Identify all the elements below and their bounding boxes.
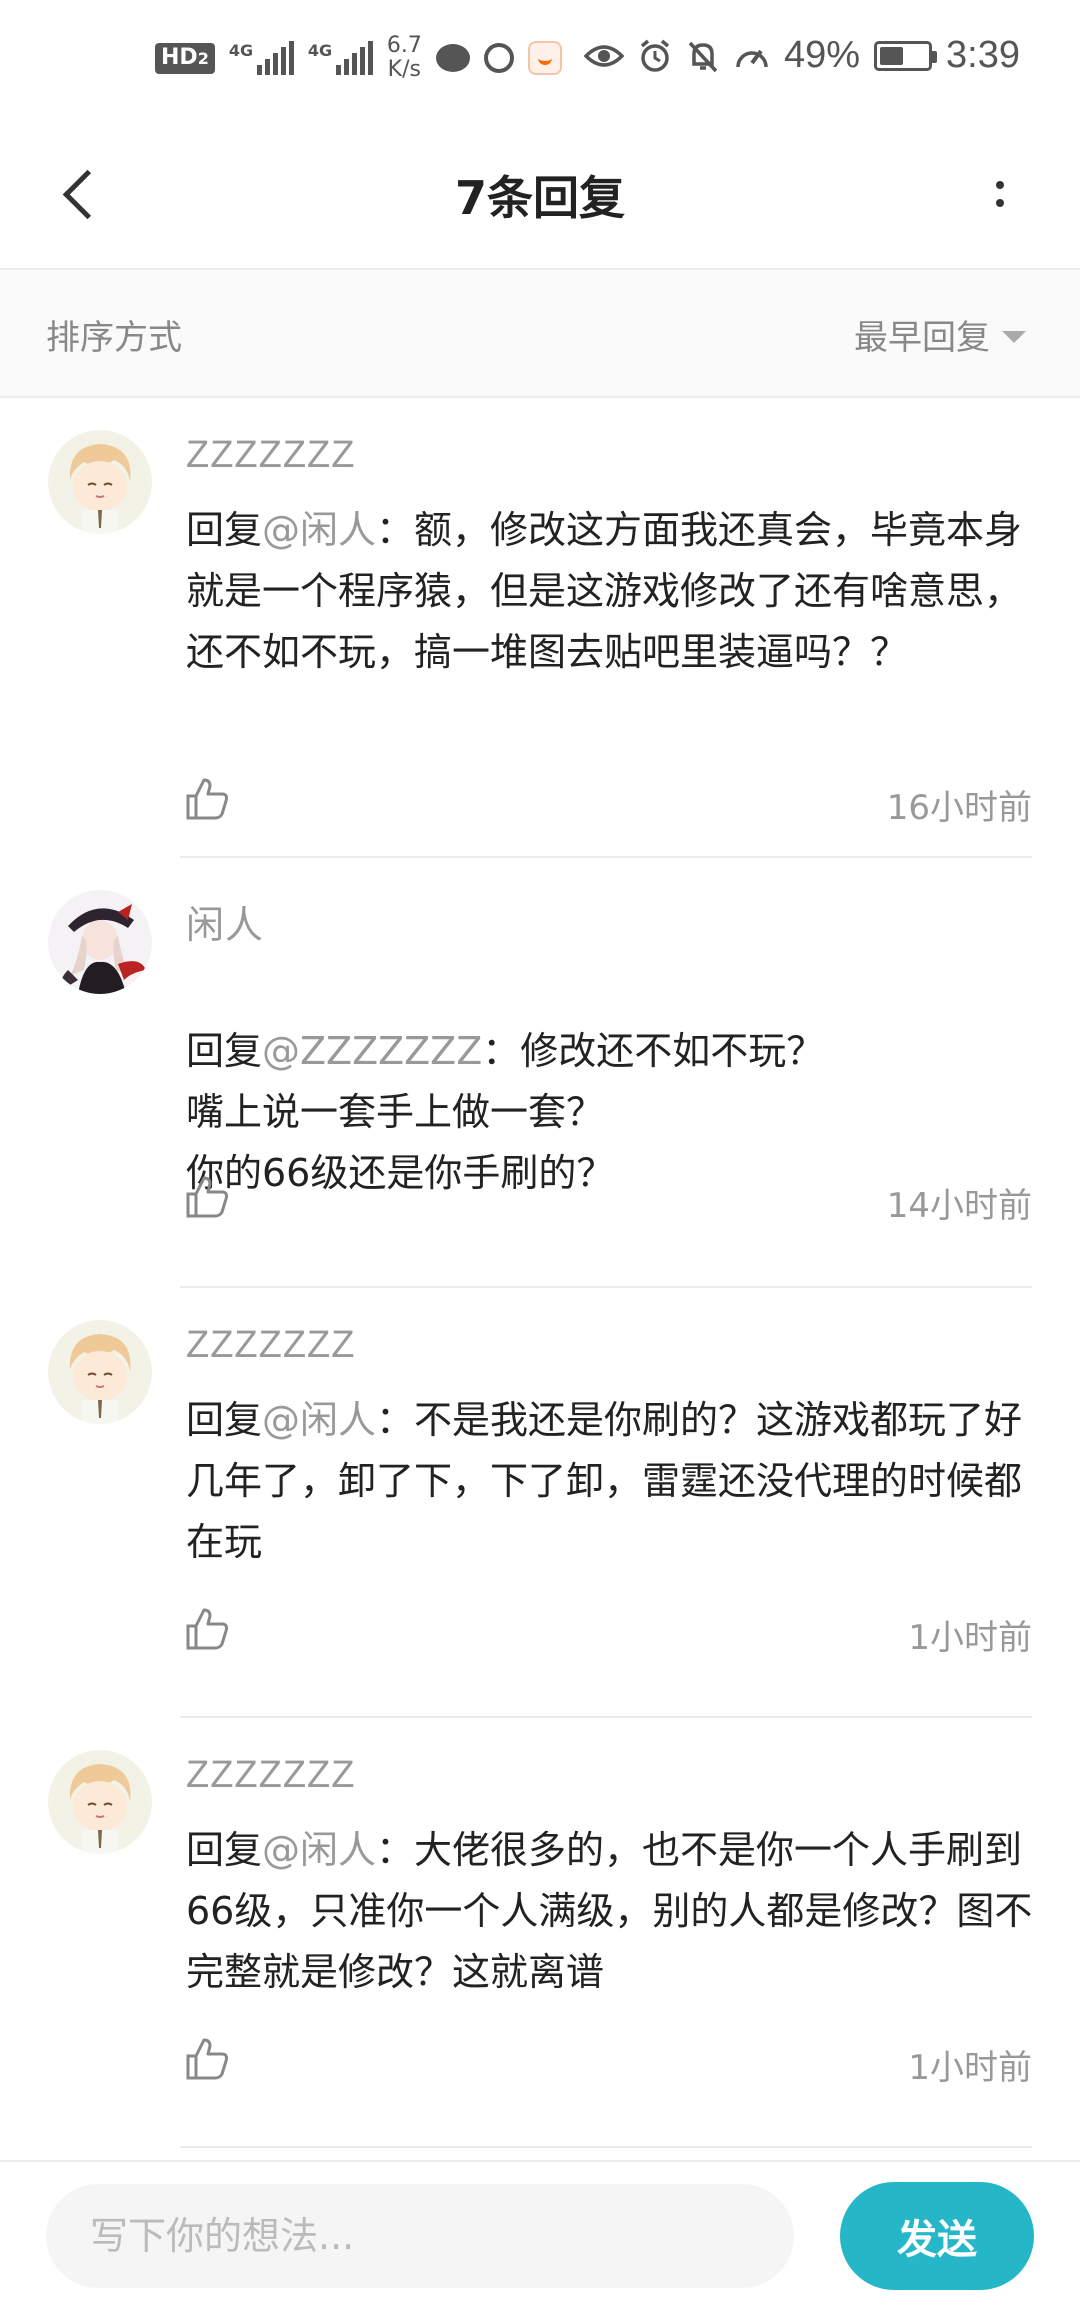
status-bar-right: 49% 3:39 <box>583 34 1020 77</box>
alarm-icon <box>640 39 670 72</box>
sort-bar: 排序方式 最早回复 <box>0 270 1080 398</box>
like-thumb-icon[interactable] <box>182 1604 232 1654</box>
signal-strength-icon: 4G <box>229 41 294 75</box>
sort-order-dropdown[interactable]: 最早回复 <box>854 310 1026 359</box>
signal2-label: 4G <box>307 41 333 60</box>
signal-strength-icon: 4G <box>308 41 373 75</box>
reply-content: 回复@闲人：大佬很多的，也不是你一个人手刷到66级，只准你一个人满级，别的人都是… <box>186 1820 1036 2003</box>
hd-label: HD <box>161 44 198 70</box>
boy-avatar-icon <box>48 1320 152 1424</box>
reply-item: ZZZZZZZ 回复@闲人：额，修改这方面我还真会，毕竟本身就是一个程序猿，但是… <box>0 398 1080 858</box>
battery-percentage: 49% <box>783 34 861 76</box>
reply-item: 闲人 回复@ZZZZZZZ：修改还不如不玩？ 嘴上说一套手上做一套？ 你的66级… <box>0 858 1080 1288</box>
reply-content: 回复@闲人：额，修改这方面我还真会，毕竟本身就是一个程序猿，但是这游戏修改了还有… <box>186 500 1036 683</box>
network-speed: 6.7 K/s <box>387 34 422 82</box>
reply-prefix: 回复 <box>186 1398 263 1442</box>
more-dot-icon <box>996 181 1004 189</box>
title-bar: 7条回复 <box>0 120 1080 270</box>
reply-item: ZZZZZZZ 回复@闲人：大佬很多的，也不是你一个人手刷到66级，只准你一个人… <box>0 1718 1080 2148</box>
mute-bell-icon <box>688 41 718 72</box>
reply-username[interactable]: ZZZZZZZ <box>186 434 355 477</box>
like-thumb-icon[interactable] <box>182 774 232 824</box>
hd-voice-icon: HD2 <box>155 42 215 74</box>
reply-username[interactable]: ZZZZZZZ <box>186 1754 355 1797</box>
reply-username[interactable]: ZZZZZZZ <box>186 1324 355 1367</box>
reply-time: 1小时前 <box>908 2048 1032 2088</box>
reply-item: ZZZZZZZ 回复@闲人：不是我还是你刷的？这游戏都玩了好几年了，卸了下，下了… <box>0 1288 1080 1718</box>
more-dot-icon <box>996 199 1004 207</box>
like-thumb-icon[interactable] <box>182 2034 232 2084</box>
reply-content: 回复@闲人：不是我还是你刷的？这游戏都玩了好几年了，卸了下，下了卸，雷霆还没代理… <box>186 1390 1036 1573</box>
reply-prefix: 回复 <box>186 1828 263 1872</box>
clock-time: 3:39 <box>946 34 1020 76</box>
sort-label: 排序方式 <box>46 318 182 358</box>
reply-prefix: 回复 <box>186 508 263 552</box>
message-notification-icon <box>435 44 470 72</box>
user-avatar[interactable] <box>48 890 152 994</box>
reply-content: 回复@ZZZZZZZ：修改还不如不玩？ 嘴上说一套手上做一套？ 你的66级还是你… <box>186 960 1036 1204</box>
comment-composer: 发送 <box>0 2160 1080 2312</box>
battery-icon <box>874 40 938 71</box>
comment-input[interactable] <box>46 2184 794 2288</box>
sync-icon <box>483 43 514 73</box>
reply-time: 14小时前 <box>886 1186 1032 1226</box>
app-notification-icon <box>527 41 562 75</box>
reply-time: 16小时前 <box>886 788 1032 828</box>
user-avatar[interactable] <box>48 430 152 534</box>
eye-comfort-icon <box>583 44 624 67</box>
status-bar: HD2 4G 4G 6.7 K/s 49% 3:39 <box>0 0 1080 120</box>
status-bar-left: HD2 4G 4G 6.7 K/s <box>155 34 562 82</box>
battery-fill <box>880 46 904 65</box>
dropdown-caret-icon <box>1002 330 1026 343</box>
divider <box>180 2146 1032 2148</box>
hd-sub-label: 2 <box>197 48 209 68</box>
like-thumb-icon[interactable] <box>182 1172 232 1222</box>
more-options-button[interactable] <box>960 154 1040 234</box>
network-speed-unit: K/s <box>387 57 421 82</box>
speedometer-icon <box>736 49 768 67</box>
user-avatar[interactable] <box>48 1750 152 1854</box>
girl-avatar-icon <box>48 890 152 994</box>
sort-order-value: 最早回复 <box>854 318 990 358</box>
mention-link[interactable]: @闲人 <box>262 1398 376 1442</box>
reply-username[interactable]: 闲人 <box>186 894 264 949</box>
reply-time: 1小时前 <box>908 1618 1032 1658</box>
mention-link[interactable]: @ZZZZZZZ <box>262 1029 482 1073</box>
reply-prefix: 回复 <box>186 1029 263 1073</box>
mention-link[interactable]: @闲人 <box>262 1828 376 1872</box>
page-title: 7条回复 <box>454 171 625 225</box>
boy-avatar-icon <box>48 430 152 534</box>
mention-link[interactable]: @闲人 <box>262 508 376 552</box>
boy-avatar-icon <box>48 1750 152 1854</box>
reply-list: ZZZZZZZ 回复@闲人：额，修改这方面我还真会，毕竟本身就是一个程序猿，但是… <box>0 398 1080 2148</box>
signal1-label: 4G <box>228 41 254 60</box>
network-speed-value: 6.7 <box>386 33 422 58</box>
user-avatar[interactable] <box>48 1320 152 1424</box>
send-button[interactable]: 发送 <box>840 2182 1034 2290</box>
